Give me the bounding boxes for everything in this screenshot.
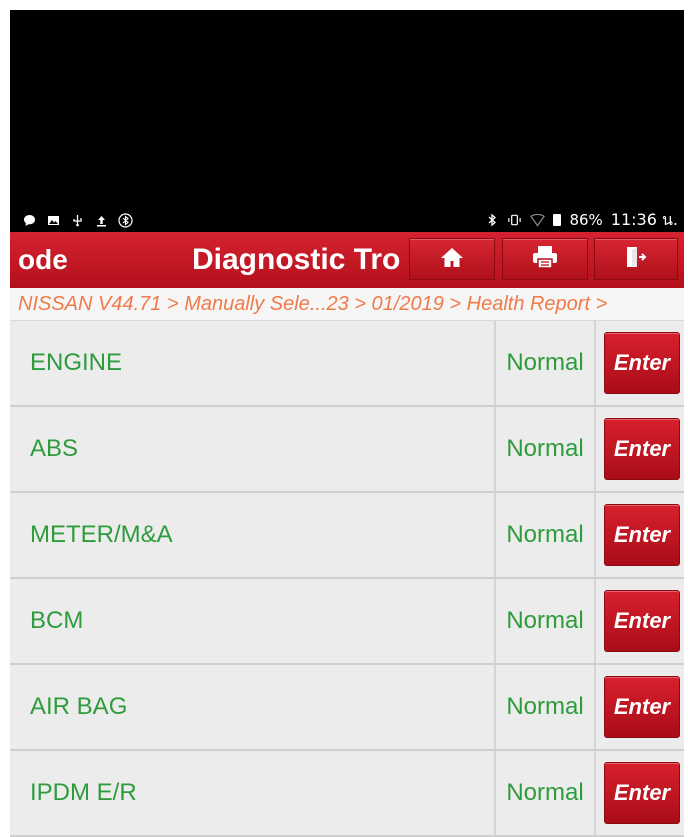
exit-icon [624,245,648,274]
battery-icon [553,214,562,226]
enter-button[interactable]: Enter [604,676,680,738]
camera-area [10,10,684,208]
home-icon [440,246,464,273]
wifi-icon [530,213,546,228]
title-bar: ode Diagnostic Trouble Code [10,232,684,288]
upload-icon [94,213,109,228]
enter-button[interactable]: Enter [604,504,680,566]
status-bar: 86% 11:36 น. [10,208,684,232]
system-status: Normal [494,321,596,405]
vibrate-icon [507,213,522,228]
enter-button[interactable]: Enter [604,332,680,394]
print-icon [532,245,558,274]
list-item: IPDM E/R Normal Enter [10,751,684,837]
status-right-icons: 86% 11:36 น. [484,208,684,233]
usb-icon [70,213,85,228]
system-status: Normal [494,493,596,577]
image-icon [46,213,61,228]
enter-button[interactable]: Enter [604,762,680,824]
list-item: METER/M&A Normal Enter [10,493,684,579]
system-status: Normal [494,407,596,491]
print-button[interactable] [502,238,588,280]
home-button[interactable] [409,238,495,280]
system-list: ENGINE Normal Enter ABS Normal Enter MET… [10,321,684,837]
chat-bubble-icon [22,213,37,228]
system-status: Normal [494,665,596,749]
enter-button[interactable]: Enter [604,418,680,480]
exit-button[interactable] [594,238,678,280]
clock: 11:36 น. [610,209,678,229]
bluetooth-icon [484,213,499,228]
list-item: AIR BAG Normal Enter [10,665,684,751]
system-name: ENGINE [30,349,123,376]
list-item: ABS Normal Enter [10,407,684,493]
enter-button[interactable]: Enter [604,590,680,652]
list-item: ENGINE Normal Enter [10,321,684,407]
system-name: ABS [30,435,79,462]
battery-percent: 86% [569,211,603,229]
system-name: AIR BAG [30,693,128,720]
page-title: Diagnostic Trouble Code [192,243,402,276]
mode-label: ode [18,244,68,275]
system-name: IPDM E/R [30,779,137,806]
bluetooth-circle-icon [118,212,133,228]
system-name: BCM [30,607,84,634]
status-left-icons [10,212,133,228]
system-name: METER/M&A [30,521,173,548]
system-status: Normal [494,579,596,663]
breadcrumb: NISSAN V44.71 > Manually Sele...23 > 01/… [10,288,684,321]
system-status: Normal [494,751,596,835]
list-item: BCM Normal Enter [10,579,684,665]
